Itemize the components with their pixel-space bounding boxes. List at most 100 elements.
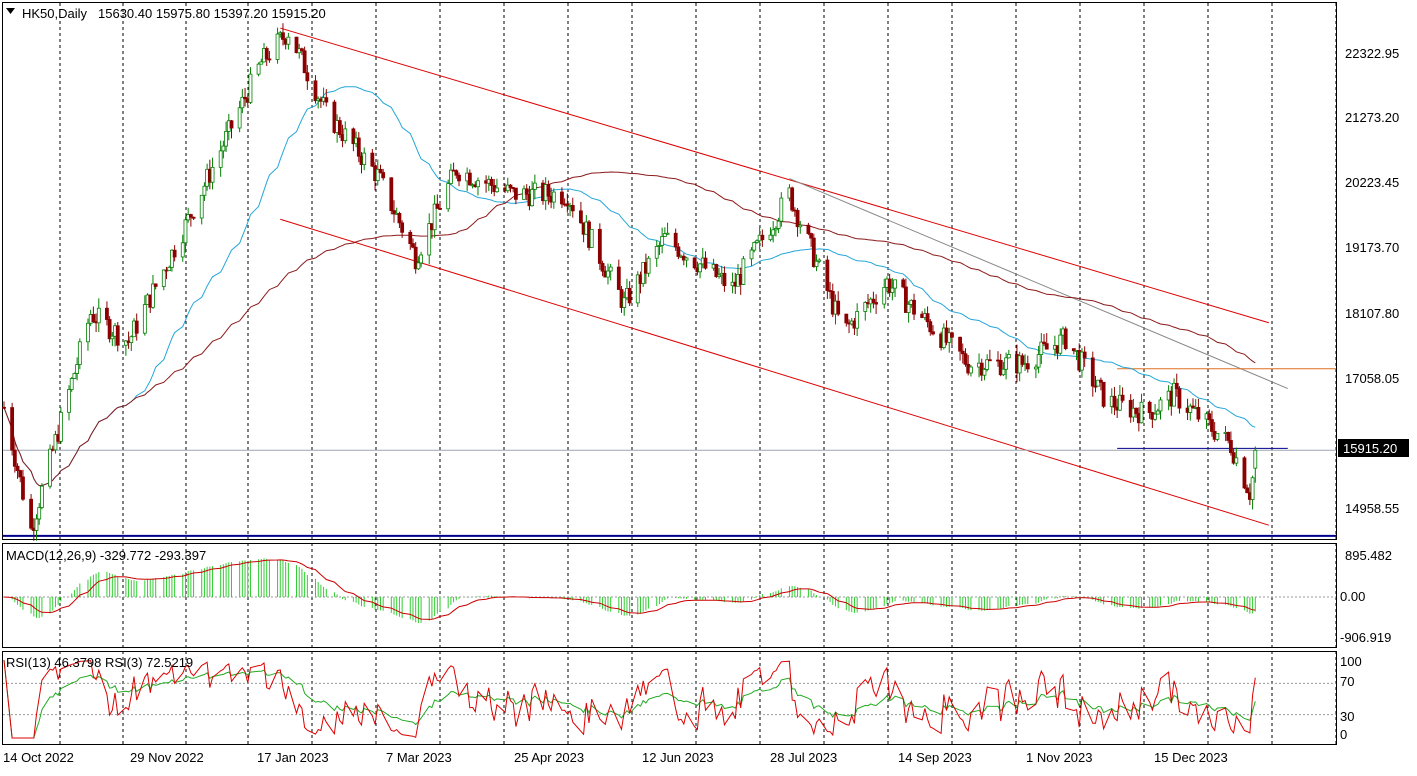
candle-body bbox=[210, 166, 215, 183]
time-axis-label: 15 Dec 2023 bbox=[1154, 750, 1228, 765]
time-axis-label: 17 Jan 2023 bbox=[257, 750, 329, 765]
candle-body bbox=[741, 258, 746, 285]
candle-body bbox=[1147, 401, 1152, 413]
candle-body bbox=[570, 205, 575, 212]
candle-body bbox=[513, 187, 518, 200]
candle-body bbox=[129, 336, 134, 343]
candle-body bbox=[844, 313, 849, 324]
candle-body bbox=[1153, 413, 1157, 420]
macd-axis-label: 895.482 bbox=[1345, 548, 1392, 563]
candle-body bbox=[337, 120, 342, 135]
candle-body bbox=[1120, 394, 1125, 401]
candle-body bbox=[1253, 449, 1258, 469]
candle-body bbox=[10, 407, 15, 451]
candle-body bbox=[684, 257, 689, 261]
candle-body bbox=[1226, 431, 1231, 441]
candle-body bbox=[963, 353, 968, 365]
candle-body bbox=[275, 33, 280, 60]
candle-body bbox=[597, 228, 602, 264]
candle-body bbox=[267, 58, 272, 61]
ohlc-values: 15630.40 15975.80 15397.20 15915.20 bbox=[98, 6, 326, 21]
candle-body bbox=[855, 311, 860, 329]
candle-body bbox=[75, 364, 80, 374]
candle-body bbox=[698, 263, 702, 273]
candle-body bbox=[476, 180, 480, 188]
price-axis-label: 14958.55 bbox=[1345, 501, 1399, 516]
candle-body bbox=[229, 120, 234, 129]
candle-body bbox=[34, 518, 39, 531]
candle-body bbox=[1177, 388, 1182, 409]
candle-body bbox=[151, 283, 155, 308]
candle-body bbox=[286, 36, 291, 45]
candle-body bbox=[183, 219, 188, 244]
candle-body bbox=[202, 185, 207, 196]
candle-body bbox=[153, 283, 158, 287]
candle-body bbox=[606, 270, 610, 278]
candle-body bbox=[608, 266, 613, 272]
candle-body bbox=[1020, 355, 1025, 365]
candle-body bbox=[40, 485, 44, 508]
price-axis-label: 17058.05 bbox=[1345, 371, 1399, 386]
candle-body bbox=[806, 224, 811, 234]
candle-body bbox=[925, 313, 930, 323]
candle-body bbox=[524, 188, 529, 195]
candle-body bbox=[882, 287, 887, 305]
candle-body bbox=[600, 263, 605, 272]
candle-body bbox=[18, 470, 23, 478]
candle-body bbox=[454, 170, 459, 176]
price-axis-label: 20223.45 bbox=[1345, 175, 1399, 190]
time-axis-label: 14 Sep 2023 bbox=[898, 750, 972, 765]
candle-body bbox=[893, 279, 897, 289]
candle-body bbox=[931, 331, 935, 335]
candle-body bbox=[167, 266, 172, 272]
candle-body bbox=[172, 249, 177, 258]
trading-chart[interactable]: HK50,Daily 15630.40 15975.80 15397.20 15… bbox=[0, 0, 1417, 771]
candle-body bbox=[874, 302, 879, 305]
candle-body bbox=[37, 507, 42, 520]
candle-body bbox=[776, 220, 781, 229]
candle-body bbox=[1155, 410, 1160, 415]
candle-body bbox=[1036, 354, 1041, 368]
candle-body bbox=[969, 366, 973, 374]
candle-body bbox=[673, 232, 678, 248]
candle-body bbox=[356, 137, 361, 157]
candle-body bbox=[795, 210, 800, 228]
candle-body bbox=[305, 72, 310, 82]
candle-body bbox=[237, 107, 242, 129]
candle-body bbox=[495, 187, 499, 193]
main-panel-frame[interactable] bbox=[2, 2, 1337, 540]
candle-body bbox=[67, 389, 71, 413]
candle-body bbox=[790, 187, 795, 211]
candle-body bbox=[199, 194, 204, 219]
candle-body bbox=[1215, 433, 1220, 440]
candle-body bbox=[381, 172, 386, 179]
candle-body bbox=[77, 341, 82, 365]
candle-body bbox=[302, 50, 307, 74]
candle-body bbox=[1058, 334, 1063, 354]
candle-body bbox=[48, 448, 52, 487]
candle-body bbox=[987, 359, 992, 362]
candle-body bbox=[69, 378, 74, 390]
rsi-axis-label: 0 bbox=[1340, 727, 1347, 742]
candle-body bbox=[530, 189, 535, 207]
candle-body bbox=[627, 287, 632, 304]
candle-body bbox=[532, 182, 537, 190]
candle-body bbox=[419, 254, 423, 264]
candle-body bbox=[660, 236, 665, 246]
candle-body bbox=[362, 152, 367, 165]
macd-title: MACD(12,26,9) -329.772 -293.397 bbox=[6, 548, 206, 563]
candle-body bbox=[551, 191, 556, 203]
candle-body bbox=[142, 304, 147, 334]
candle-body bbox=[1242, 457, 1247, 489]
candle-body bbox=[435, 203, 440, 209]
candle-body bbox=[457, 174, 461, 182]
candle-body bbox=[928, 321, 933, 333]
candle-body bbox=[248, 73, 253, 103]
candle-body bbox=[958, 336, 962, 352]
candle-body bbox=[950, 332, 954, 338]
candle-body bbox=[578, 210, 583, 224]
candle-body bbox=[906, 304, 911, 313]
candle-body bbox=[676, 246, 681, 257]
candle-body bbox=[560, 191, 564, 205]
candle-body bbox=[985, 359, 990, 370]
